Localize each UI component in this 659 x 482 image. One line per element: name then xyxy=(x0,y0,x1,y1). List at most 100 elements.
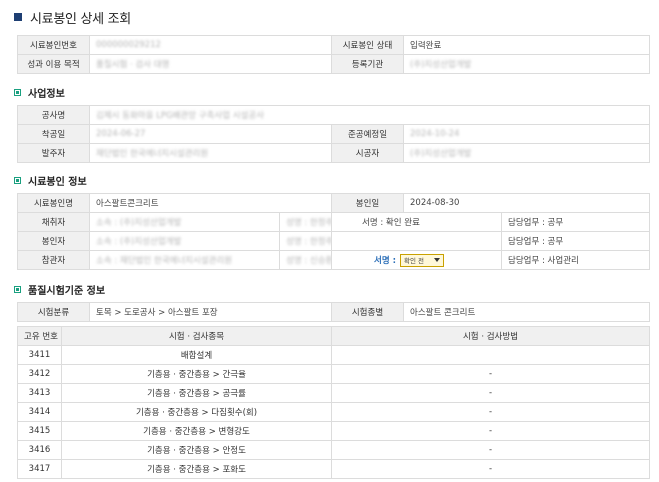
column-header-method: 시험 · 검사방법 xyxy=(331,326,650,346)
sealer-person: 성명 : 한정주 xyxy=(286,237,332,247)
table-row: 3411 배합설계 xyxy=(17,345,650,365)
purpose-label: 성과 이용 목적 xyxy=(17,54,90,74)
row-method: - xyxy=(331,402,650,422)
row-item: 기층용 · 중간층용 > 간극율 xyxy=(61,364,332,384)
client-value: 재단법인 한국에너지시설관리원 xyxy=(96,149,209,159)
header-table: 시료봉인번호 000000029212 시료봉인 상태 입력완료 성과 이용 목… xyxy=(17,35,650,74)
row-method xyxy=(331,345,650,365)
seal-table: 시료봉인명 아스팔트콘크리트 봉인일 2024-08-30 채취자 소속 : (… xyxy=(17,193,650,270)
row-id: 3417 xyxy=(17,459,62,479)
collector-person: 성명 : 한정주 xyxy=(286,218,332,228)
seal-date-label: 봉인일 xyxy=(331,193,404,213)
sealer-label: 봉인자 xyxy=(17,231,90,251)
witness-sign-select-value: 확인 전 xyxy=(404,257,425,265)
row-id: 3413 xyxy=(17,383,62,403)
row-id: 3416 xyxy=(17,440,62,460)
seal-detail-page: 시료봉인 상세 조회 시료봉인번호 000000029212 시료봉인 상태 입… xyxy=(0,0,659,482)
row-item: 기층용 · 중간층용 > 다짐횟수(회) xyxy=(61,402,332,422)
test-class-label: 시험분류 xyxy=(17,302,90,322)
row-method: - xyxy=(331,364,650,384)
seal-no-label: 시료봉인번호 xyxy=(17,35,90,55)
row-method: - xyxy=(331,421,650,441)
agency-value: (주)지성산업개발 xyxy=(410,60,472,70)
collector-duty: 담당업무 : 공무 xyxy=(501,212,650,232)
table-row: 참관자 소속 : 재단법인 한국에너지시설관리원 성명 : 신승환 서명 : 확… xyxy=(17,250,650,270)
test-items-table: 고유 번호 시험 · 검사종목 시험 · 검사방법 3411 배합설계 3412… xyxy=(17,326,650,479)
seal-name-value: 아스팔트콘크리트 xyxy=(89,193,332,213)
table-row: 시료봉인명 아스팔트콘크리트 봉인일 2024-08-30 xyxy=(17,193,650,213)
row-method: - xyxy=(331,440,650,460)
client-label: 발주자 xyxy=(17,143,90,163)
table-row: 3417 기층용 · 중간층용 > 포화도 - xyxy=(17,459,650,479)
page-title: 시료봉인 상세 조회 xyxy=(14,9,131,27)
section-title: 사업정보 xyxy=(28,89,65,100)
end-date-value: 2024-10-24 xyxy=(410,129,460,139)
square-bullet-icon xyxy=(14,89,21,96)
table-row: 3413 기층용 · 중간층용 > 공극률 - xyxy=(17,383,650,403)
seal-date-value: 2024-08-30 xyxy=(403,193,650,213)
collector-org: 소속 : (주)지성산업개발 xyxy=(96,218,182,228)
row-id: 3414 xyxy=(17,402,62,422)
section-title: 품질시험기준 정보 xyxy=(28,286,106,297)
purpose-value: 품질시험 · 검사 대행 xyxy=(96,60,170,70)
square-bullet-icon xyxy=(14,177,21,184)
contractor-label: 시공자 xyxy=(331,143,404,163)
dropdown-caret-icon xyxy=(434,258,441,262)
test-class-value: 토목 > 도로공사 > 아스팔트 포장 xyxy=(89,302,332,322)
collector-label: 채취자 xyxy=(17,212,90,232)
row-item: 기층용 · 중간층용 > 안정도 xyxy=(61,440,332,460)
start-date-value: 2024-06-27 xyxy=(96,129,146,139)
start-date-label: 착공일 xyxy=(17,124,90,144)
table-row: 착공일 2024-06-27 준공예정일 2024-10-24 xyxy=(17,124,650,144)
square-bullet-icon xyxy=(14,286,21,293)
section-title: 시료봉인 정보 xyxy=(28,177,87,188)
agency-label: 등록기관 xyxy=(331,54,404,74)
table-row: 봉인자 소속 : (주)지성산업개발 성명 : 한정주 담당업무 : 공무 xyxy=(17,231,650,251)
status-label: 시료봉인 상태 xyxy=(331,35,404,55)
table-row: 3414 기층용 · 중간층용 > 다짐횟수(회) - xyxy=(17,402,650,422)
project-name-label: 공사명 xyxy=(17,105,90,125)
witness-org: 소속 : 재단법인 한국에너지시설관리원 xyxy=(96,256,233,266)
test-kind-value: 아스팔트 콘크리트 xyxy=(403,302,650,322)
table-row: 3415 기층용 · 중간층용 > 변형강도 - xyxy=(17,421,650,441)
project-name-value: 김제시 동화마을 LPG배관망 구축사업 시설공사 xyxy=(96,111,265,121)
row-item: 기층용 · 중간층용 > 포화도 xyxy=(61,459,332,479)
column-header-id: 고유 번호 xyxy=(17,326,62,346)
table-header-row: 고유 번호 시험 · 검사종목 시험 · 검사방법 xyxy=(17,326,650,346)
table-row: 성과 이용 목적 품질시험 · 검사 대행 등록기관 (주)지성산업개발 xyxy=(17,54,650,74)
column-header-item: 시험 · 검사종목 xyxy=(61,326,332,346)
sealer-duty: 담당업무 : 공무 xyxy=(501,231,650,251)
seal-name-label: 시료봉인명 xyxy=(17,193,90,213)
table-row: 시료봉인번호 000000029212 시료봉인 상태 입력완료 xyxy=(17,35,650,55)
status-value: 입력완료 xyxy=(403,35,650,55)
row-method: - xyxy=(331,383,650,403)
page-title-text: 시료봉인 상세 조회 xyxy=(30,11,131,27)
row-item: 배합설계 xyxy=(61,345,332,365)
square-bullet-icon xyxy=(14,13,22,21)
row-id: 3411 xyxy=(17,345,62,365)
table-row: 시험분류 토목 > 도로공사 > 아스팔트 포장 시험종별 아스팔트 콘크리트 xyxy=(17,302,650,322)
row-method: - xyxy=(331,459,650,479)
collector-sign: 서명 : 확인 완료 xyxy=(331,212,502,232)
table-row: 발주자 재단법인 한국에너지시설관리원 시공자 (주)지성산업개발 xyxy=(17,143,650,163)
section-header-quality: 품질시험기준 정보 xyxy=(14,282,105,297)
section-header-project: 사업정보 xyxy=(14,85,65,100)
row-item: 기층용 · 중간층용 > 변형강도 xyxy=(61,421,332,441)
witness-person: 성명 : 신승환 xyxy=(286,256,332,266)
table-row: 공사명 김제시 동화마을 LPG배관망 구축사업 시설공사 xyxy=(17,105,650,125)
section-header-seal: 시료봉인 정보 xyxy=(14,173,87,188)
test-kind-label: 시험종별 xyxy=(331,302,404,322)
row-id: 3412 xyxy=(17,364,62,384)
end-date-label: 준공예정일 xyxy=(331,124,404,144)
project-table: 공사명 김제시 동화마을 LPG배관망 구축사업 시설공사 착공일 2024-0… xyxy=(17,105,650,163)
row-id: 3415 xyxy=(17,421,62,441)
seal-no-value: 000000029212 xyxy=(96,40,161,50)
witness-sign-select[interactable]: 확인 전 xyxy=(400,253,445,267)
witness-duty: 담당업무 : 사업관리 xyxy=(501,250,650,270)
table-row: 채취자 소속 : (주)지성산업개발 성명 : 한정주 서명 : 확인 완료 담… xyxy=(17,212,650,232)
row-item: 기층용 · 중간층용 > 공극률 xyxy=(61,383,332,403)
sealer-org: 소속 : (주)지성산업개발 xyxy=(96,237,182,247)
contractor-value: (주)지성산업개발 xyxy=(410,149,472,159)
quality-class-table: 시험분류 토목 > 도로공사 > 아스팔트 포장 시험종별 아스팔트 콘크리트 xyxy=(17,302,650,322)
table-row: 3412 기층용 · 중간층용 > 간극율 - xyxy=(17,364,650,384)
